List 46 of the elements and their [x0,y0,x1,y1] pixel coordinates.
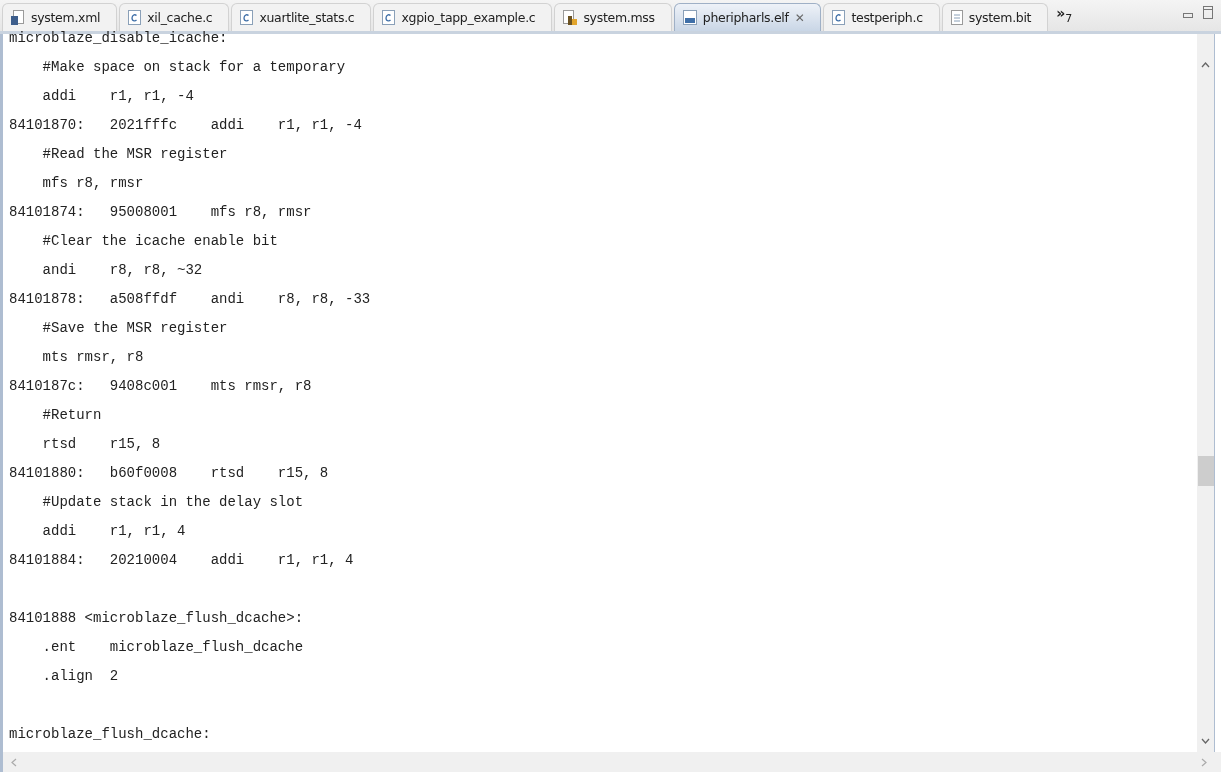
vertical-scrollbar[interactable] [1197,34,1215,752]
code-line: #Save the MSR register [41,319,229,338]
code-line: 84101884: 20210004 addi r1, r1, 4 [9,551,355,570]
maximize-icon[interactable] [1203,6,1213,19]
code-line: #Update stack in the delay slot [41,493,305,512]
editor-tab[interactable]: pheripharls.elf ✕ [673,3,822,31]
editor-tab[interactable]: xil_cache.c [119,3,230,31]
code-line: 84101880: b60f0008 rtsd r15, 8 [9,464,330,483]
code-line: .ent microblaze_flush_dcache [41,638,305,657]
c-file-icon [382,10,396,25]
code-line: 84101888 <microblaze_flush_dcache>: [9,609,305,628]
code-line: .align 2 [41,667,120,686]
code-line: #Read the MSR register [41,145,229,164]
code-line: addi r1, r1, 4 [41,522,187,541]
code-line: andi r8, r8, ~32 [41,261,204,280]
editor-tab[interactable]: system.bit [941,3,1049,31]
code-line: rtsd r15, 8 [41,435,162,454]
code-line: 84101870: 2021fffc addi r1, r1, -4 [9,116,363,135]
c-file-icon [832,10,846,25]
code-line: 84101878: a508ffdf andi r8, r8, -33 [9,290,372,309]
code-line: microblaze_disable_icache: [9,29,229,48]
code-line: mts rmsr, r8 [41,348,145,367]
code-line: #Clear the icache enable bit [41,232,279,251]
c-file-icon [240,10,254,25]
xml-file-icon [11,10,25,25]
code-line: mfs r8, rmsr [41,174,145,193]
editor-tab[interactable]: system.xml [2,3,118,31]
binary-file-icon [682,10,697,25]
code-line: #Return [41,406,103,425]
file-icon [950,10,963,25]
mss-file-icon [563,10,578,25]
code-line: 8410187c: 9408c001 mts rmsr, r8 [9,377,313,396]
editor-tab[interactable]: xgpio_tapp_example.c [373,3,553,31]
more-tabs-button[interactable]: »$_{7}$ [1050,5,1079,31]
editor-tab[interactable]: testperiph.c [823,3,940,31]
close-tab-button[interactable]: ✕ [794,10,805,25]
scroll-thumb[interactable] [1197,456,1214,486]
code-line: 84101874: 95008001 mfs r8, rmsr [9,203,313,222]
horizontal-scrollbar[interactable] [0,752,1221,772]
code-line: microblaze_flush_dcache: [9,725,212,744]
editor-tab[interactable]: xuartlite_stats.c [231,3,372,31]
editor-tab[interactable]: system.mss [554,3,672,31]
c-file-icon [128,10,142,25]
code-line: addi r1, r1, -4 [41,87,195,106]
code-line: #Make space on stack for a temporary [41,58,347,77]
minimize-icon[interactable] [1183,13,1193,19]
